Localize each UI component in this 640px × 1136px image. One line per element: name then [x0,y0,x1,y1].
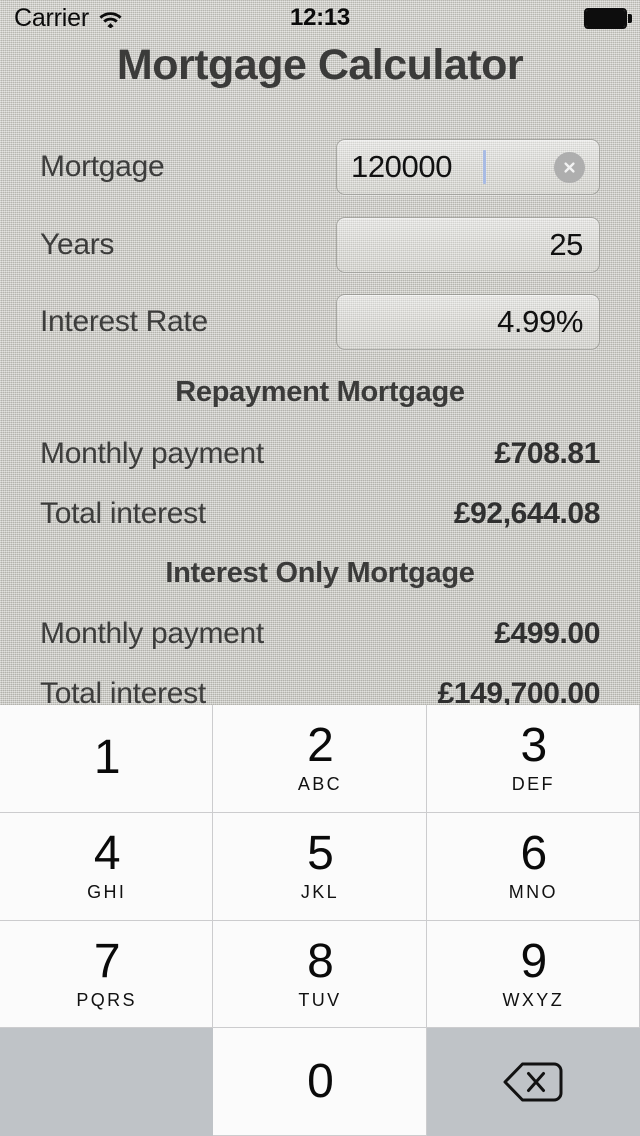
interest-only-monthly-label: Monthly payment [40,617,264,650]
repayment-monthly-value: £708.81 [494,437,600,470]
text-caret [483,150,486,184]
key-2-letters: ABC [297,774,343,795]
result-row: Monthly payment £708.81 [0,437,640,485]
status-bar-time: 12:13 [290,4,350,31]
key-6[interactable]: 6 MNO [426,812,640,921]
status-bar: Carrier 12:13 [0,0,640,36]
numeric-keypad: 1 2 ABC 3 DEF 4 GHI 5 JKL 6 MNO 7 PQRS 8… [0,705,640,1136]
key-backspace[interactable] [426,1028,640,1136]
result-row: Total interest £92,644.08 [0,497,640,545]
key-8[interactable]: 8 TUV [213,920,427,1029]
repayment-monthly-label: Monthly payment [40,437,264,470]
interest-rate-label: Interest Rate [40,305,208,338]
mortgage-input[interactable]: 120000 [336,139,600,195]
key-7-digit: 7 [93,934,121,988]
key-3-letters: DEF [511,774,555,795]
key-7[interactable]: 7 PQRS [0,920,214,1029]
years-input[interactable]: 25 [336,217,600,273]
years-label: Years [40,228,115,261]
key-9-letters: WXYZ [502,989,565,1010]
key-9-digit: 9 [520,934,547,988]
key-7-letters: PQRS [76,989,137,1010]
key-3-digit: 3 [520,719,547,773]
key-5-letters: JKL [300,882,340,903]
key-6-digit: 6 [520,827,547,881]
key-4-letters: GHI [87,882,127,903]
clear-icon[interactable] [554,151,585,183]
app-root: Carrier 12:13 Mortgage Calculator Mortga… [0,0,640,1136]
key-4[interactable]: 4 GHI [0,812,214,921]
key-4-digit: 4 [93,827,121,881]
key-5-digit: 5 [307,827,334,881]
key-1-digit: 1 [93,730,121,784]
key-0[interactable]: 0 [213,1028,427,1136]
section-heading-interest-only: Interest Only Mortgage [165,557,475,589]
key-1[interactable]: 1 [0,705,214,813]
key-8-letters: TUV [298,989,342,1010]
interest-only-monthly-value: £499.00 [494,617,600,650]
interest-rate-input[interactable]: 4.99% [336,294,600,350]
key-9[interactable]: 9 WXYZ [426,920,640,1029]
section-heading-repayment: Repayment Mortgage [175,376,465,408]
key-3[interactable]: 3 DEF [426,705,640,813]
input-row-interest-rate: Interest Rate 4.99% [0,294,640,350]
mortgage-label: Mortgage [40,150,165,183]
status-bar-right [584,7,632,29]
key-2[interactable]: 2 ABC [213,705,427,813]
backspace-icon [502,1060,564,1104]
years-input-value: 25 [549,227,583,262]
key-6-letters: MNO [508,882,558,903]
key-2-digit: 2 [307,719,334,773]
mortgage-input-value: 120000 [351,149,453,184]
page-title: Mortgage Calculator [116,41,524,89]
key-8-digit: 8 [307,934,334,988]
battery-full-icon [584,7,632,29]
repayment-total-interest-label: Total interest [40,497,206,530]
key-0-digit: 0 [307,1055,334,1109]
key-5[interactable]: 5 JKL [213,812,427,921]
key-blank[interactable] [0,1028,214,1136]
result-row: Monthly payment £499.00 [0,617,640,665]
input-row-years: Years 25 [0,217,640,273]
repayment-total-interest-value: £92,644.08 [453,497,601,530]
input-row-mortgage: Mortgage 120000 [0,139,640,195]
interest-rate-input-value: 4.99% [497,304,583,339]
